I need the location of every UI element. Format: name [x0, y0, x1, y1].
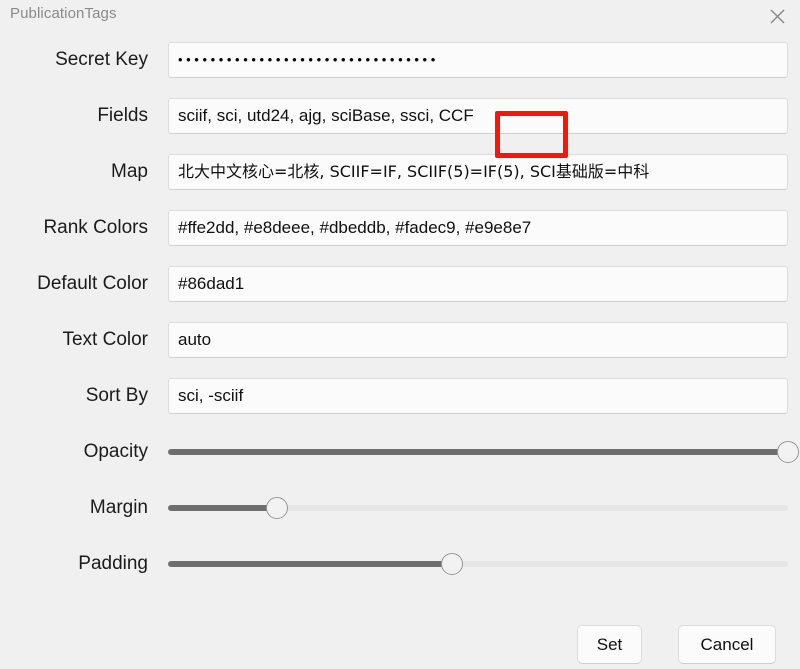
label-padding: Padding — [78, 553, 148, 574]
text-color-input[interactable]: auto — [168, 322, 788, 358]
row-secret-key: Secret Key •••••••••••••••••••••••••••••… — [0, 32, 800, 88]
row-margin: Margin — [0, 480, 800, 536]
secret-key-value: •••••••••••••••••••••••••••••••• — [178, 52, 439, 67]
row-fields: Fields sciif, sci, utd24, ajg, sciBase, … — [0, 88, 800, 144]
window-title: PublicationTags — [10, 5, 117, 22]
row-map: Map 北大中文核心=北核, SCIIF=IF, SCIIF(5)=IF(5),… — [0, 144, 800, 200]
opacity-slider[interactable] — [168, 424, 799, 480]
close-button[interactable] — [754, 0, 800, 32]
fields-input[interactable]: sciif, sci, utd24, ajg, sciBase, ssci, C… — [168, 98, 788, 134]
label-rank-colors: Rank Colors — [43, 217, 148, 238]
row-opacity: Opacity — [0, 424, 800, 480]
dialog-footer: Set Cancel — [0, 620, 800, 669]
padding-slider[interactable] — [168, 536, 788, 592]
label-sort-by: Sort By — [85, 385, 148, 406]
close-icon — [770, 9, 785, 24]
rank-colors-input[interactable]: #ffe2dd, #e8deee, #dbeddb, #fadec9, #e9e… — [168, 210, 788, 246]
default-color-input[interactable]: #86dad1 — [168, 266, 788, 302]
row-rank-colors: Rank Colors #ffe2dd, #e8deee, #dbeddb, #… — [0, 200, 800, 256]
margin-track-fill — [168, 505, 278, 511]
rank-colors-value: #ffe2dd, #e8deee, #dbeddb, #fadec9, #e9e… — [178, 218, 532, 237]
map-input[interactable]: 北大中文核心=北核, SCIIF=IF, SCIIF(5)=IF(5), SCI… — [168, 154, 788, 190]
fields-value: sciif, sci, utd24, ajg, sciBase, ssci, C… — [178, 106, 474, 125]
label-fields: Fields — [97, 105, 148, 126]
label-map: Map — [111, 161, 148, 182]
text-color-value: auto — [178, 330, 212, 349]
margin-thumb[interactable] — [266, 497, 289, 519]
margin-slider[interactable] — [168, 480, 788, 536]
label-text-color: Text Color — [62, 329, 148, 350]
title-bar: PublicationTags — [0, 0, 800, 32]
label-default-color: Default Color — [37, 273, 148, 294]
label-margin: Margin — [89, 497, 148, 518]
secret-key-input[interactable]: •••••••••••••••••••••••••••••••• — [168, 42, 788, 78]
label-secret-key: Secret Key — [55, 49, 148, 70]
row-text-color: Text Color auto — [0, 312, 800, 368]
cancel-button[interactable]: Cancel — [678, 625, 776, 664]
default-color-value: #86dad1 — [178, 274, 245, 293]
sort-by-value: sci, -sciif — [178, 386, 244, 405]
sort-by-input[interactable]: sci, -sciif — [168, 378, 788, 414]
padding-thumb[interactable] — [440, 553, 463, 575]
set-button[interactable]: Set — [577, 625, 642, 664]
opacity-thumb[interactable] — [777, 441, 799, 463]
row-sort-by: Sort By sci, -sciif — [0, 368, 800, 424]
label-opacity: Opacity — [83, 441, 148, 462]
row-padding: Padding — [0, 536, 800, 592]
settings-form: Secret Key •••••••••••••••••••••••••••••… — [0, 32, 800, 592]
row-default-color: Default Color #86dad1 — [0, 256, 800, 312]
map-value: 北大中文核心=北核, SCIIF=IF, SCIIF(5)=IF(5), SCI… — [178, 162, 650, 181]
padding-track-fill — [168, 561, 452, 567]
opacity-track-fill — [168, 449, 788, 455]
